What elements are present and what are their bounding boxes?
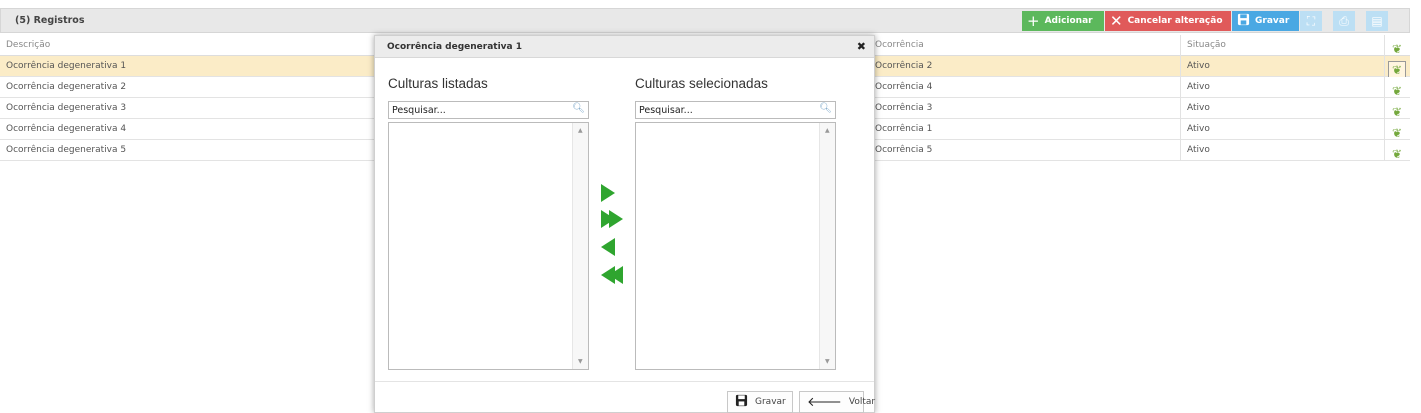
- page: (5) Registros + Adicionar ✕ Cancelar alt…: [0, 0, 1421, 413]
- pdf-icon: ▤: [1371, 14, 1383, 28]
- move-all-left-button[interactable]: [601, 264, 625, 286]
- cell-ocorrencia: Ocorrência 2: [875, 61, 933, 71]
- plant-icon[interactable]: ❦: [1388, 124, 1406, 141]
- close-icon[interactable]: ✖: [857, 40, 866, 53]
- scroll-up-icon[interactable]: ▲: [578, 127, 583, 134]
- cell-ocorrencia: Ocorrência 1: [875, 124, 933, 134]
- records-toolbar: (5) Registros + Adicionar ✕ Cancelar alt…: [0, 8, 1410, 33]
- column-header-descricao[interactable]: Descrição: [6, 40, 50, 50]
- plant-icon[interactable]: ❦: [1388, 103, 1406, 120]
- cell-descricao: Ocorrência degenerativa 3: [6, 103, 127, 113]
- cell-descricao: Ocorrência degenerativa 5: [6, 145, 127, 155]
- plus-icon: +: [1027, 11, 1040, 30]
- move-right-button[interactable]: [601, 182, 625, 204]
- column-header-ocorrencia[interactable]: Ocorrência: [875, 40, 924, 50]
- selected-search-input[interactable]: [636, 102, 816, 118]
- save-button-label: Gravar: [1255, 16, 1290, 26]
- selected-search-box: 🔍︎: [635, 101, 836, 119]
- cell-ocorrencia: Ocorrência 4: [875, 82, 933, 92]
- column-divider: [1180, 35, 1181, 161]
- floppy-icon: [735, 394, 748, 410]
- scroll-up-icon[interactable]: ▲: [825, 127, 830, 134]
- list-scrollbar[interactable]: ▲ ▼: [572, 123, 588, 369]
- cell-descricao: Ocorrência degenerativa 1: [6, 61, 127, 71]
- move-left-button[interactable]: [601, 236, 625, 258]
- double-arrow-left-icon: [601, 266, 623, 284]
- cell-situacao: Ativo: [1187, 145, 1210, 155]
- search-icon[interactable]: 🔍︎: [819, 103, 832, 114]
- plant-icon: ❦: [1391, 41, 1403, 56]
- cancel-button-label: Cancelar alteração: [1127, 16, 1223, 26]
- cell-situacao: Ativo: [1187, 82, 1210, 92]
- move-all-right-button[interactable]: [601, 208, 625, 230]
- fullscreen-icon: ⛶: [1306, 14, 1316, 28]
- selected-cultures-label: Culturas selecionadas: [635, 76, 768, 91]
- arrow-left-icon: [601, 238, 615, 256]
- close-icon: ✕: [1110, 11, 1123, 30]
- available-cultures-label: Culturas listadas: [388, 76, 488, 91]
- cell-ocorrencia: Ocorrência 5: [875, 145, 933, 155]
- available-cultures-list[interactable]: ▲ ▼: [388, 122, 589, 370]
- plant-icon[interactable]: ❦: [1388, 61, 1406, 78]
- floppy-icon: [1237, 13, 1250, 29]
- column-header-situacao[interactable]: Situação: [1187, 40, 1226, 50]
- dialog-header: Ocorrência degenerativa 1 ✖: [375, 36, 874, 58]
- dialog-save-label: Gravar: [755, 397, 786, 407]
- dialog-back-label: Voltar: [848, 397, 876, 407]
- plant-icon[interactable]: ❦: [1388, 82, 1406, 99]
- available-search-input[interactable]: [389, 102, 569, 118]
- dialog-footer: Gravar 🡐 Voltar: [375, 381, 875, 413]
- scroll-down-icon[interactable]: ▼: [825, 358, 830, 365]
- column-divider: [1384, 35, 1385, 161]
- list-scrollbar[interactable]: ▲ ▼: [819, 123, 835, 369]
- save-button[interactable]: Gravar: [1232, 11, 1299, 31]
- available-search-box: 🔍︎: [388, 101, 589, 119]
- cell-descricao: Ocorrência degenerativa 2: [6, 82, 127, 92]
- dialog-title: Ocorrência degenerativa 1: [387, 42, 523, 52]
- pdf-button[interactable]: ▤: [1366, 11, 1388, 31]
- arrow-right-icon: [601, 184, 615, 202]
- print-button[interactable]: ⎙: [1333, 11, 1355, 31]
- records-count-title: (5) Registros: [15, 15, 85, 26]
- cell-situacao: Ativo: [1187, 103, 1210, 113]
- culturas-dialog: Ocorrência degenerativa 1 ✖ Culturas lis…: [374, 35, 875, 413]
- cell-situacao: Ativo: [1187, 124, 1210, 134]
- scroll-down-icon[interactable]: ▼: [578, 358, 583, 365]
- dialog-back-button[interactable]: 🡐 Voltar: [799, 391, 875, 413]
- print-icon: ⎙: [1339, 14, 1349, 28]
- cell-descricao: Ocorrência degenerativa 4: [6, 124, 127, 134]
- cell-ocorrencia: Ocorrência 3: [875, 103, 933, 113]
- add-button[interactable]: + Adicionar: [1022, 11, 1104, 31]
- arrow-left-icon: 🡐: [807, 395, 842, 410]
- double-arrow-right-icon: [601, 210, 623, 228]
- cancel-changes-button[interactable]: ✕ Cancelar alteração: [1105, 11, 1231, 31]
- cell-situacao: Ativo: [1187, 61, 1210, 71]
- dialog-save-button[interactable]: Gravar: [727, 391, 793, 413]
- selected-cultures-list[interactable]: ▲ ▼: [635, 122, 836, 370]
- fullscreen-button[interactable]: ⛶: [1300, 11, 1322, 31]
- search-icon[interactable]: 🔍︎: [572, 103, 585, 114]
- add-button-label: Adicionar: [1044, 16, 1093, 26]
- plant-icon[interactable]: ❦: [1388, 145, 1406, 162]
